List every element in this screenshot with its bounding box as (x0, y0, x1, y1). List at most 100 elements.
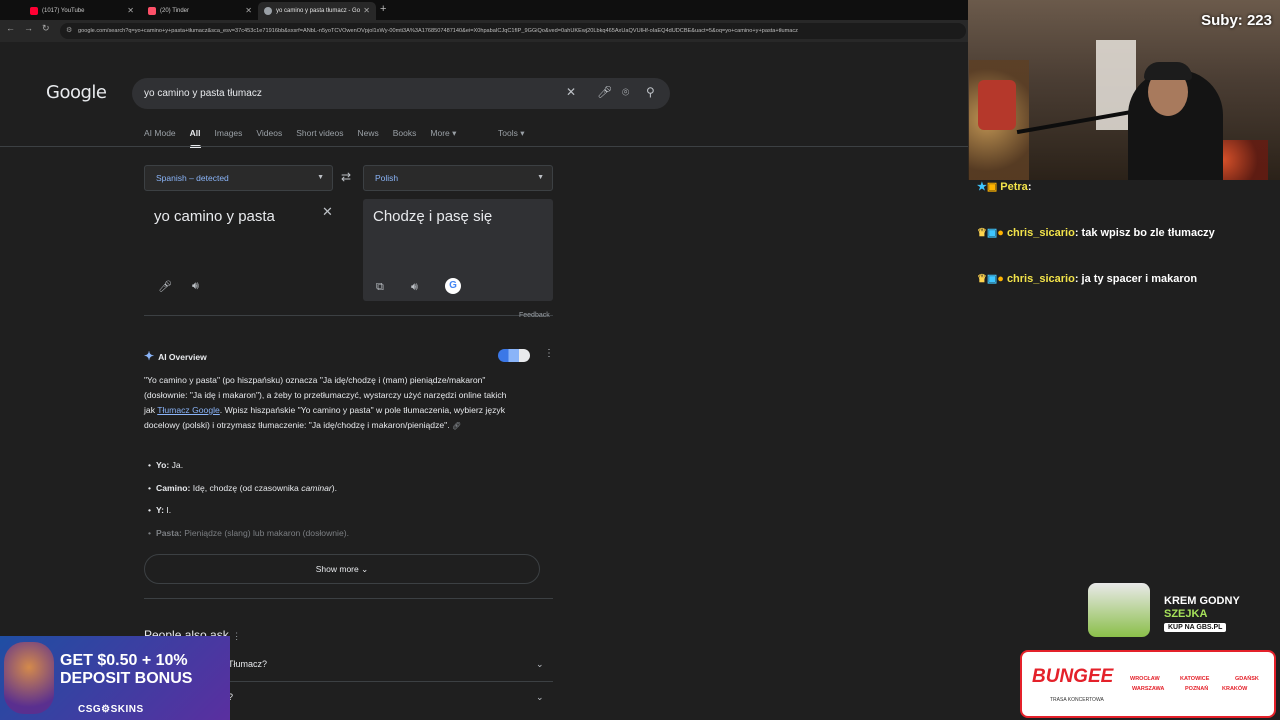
ad-headline: KREM GODNY (1164, 595, 1240, 607)
ai-overview-title: AI Overview (158, 352, 207, 362)
tab-youtube[interactable]: (1017) YouTube ✕ (24, 2, 140, 20)
bullet-definition: Ja. (169, 460, 184, 470)
source-language-select[interactable]: Spanish – detected ▼ (144, 165, 333, 191)
microphone-icon[interactable]: 🎤︎ (597, 85, 612, 99)
search-tabs: AI Mode All Images Videos Short videos N… (144, 128, 470, 148)
bullet-emphasis: caminar (301, 483, 332, 493)
tab-title: yo camino y pasta tłumacz - Go (276, 8, 361, 14)
tab-images[interactable]: Images (215, 128, 243, 146)
webcam-chair (978, 80, 1016, 130)
microphone-icon[interactable]: 🎤︎ (158, 280, 172, 293)
ad-brand: CSG⚙SKINS (78, 704, 144, 715)
reload-icon[interactable]: ↻ (42, 23, 50, 34)
tour-city: WROCŁAW (1130, 676, 1160, 682)
ad-cta: KUP NA GBS.PL (1164, 623, 1227, 632)
tour-city: GDAŃSK (1235, 676, 1259, 682)
more-options-icon[interactable]: ⋮ (544, 348, 554, 359)
show-more-label: Show more (315, 564, 359, 574)
tab-tinder[interactable]: (20) Tinder ✕ (142, 2, 258, 20)
tools-button[interactable]: Tools ▾ (498, 128, 524, 139)
address-bar[interactable]: ⚙ google.com/search?q=yo+camino+y+pasta+… (60, 23, 966, 39)
google-translate-link[interactable]: Tłumacz Google (157, 405, 220, 415)
site-info-icon[interactable]: ⚙ (66, 23, 72, 39)
tab-ai-mode[interactable]: AI Mode (144, 128, 176, 146)
streamer-webcam: Suby: 223 (968, 0, 1280, 180)
forward-icon[interactable]: → (24, 23, 33, 33)
back-icon[interactable]: ← (6, 23, 15, 33)
close-icon[interactable]: ✕ (127, 6, 134, 15)
chat-message: ♛▣● chris_sicario: tak wpisz bo zle tłuma… (977, 227, 1215, 239)
bullet-definition: Pieniądze (slang) lub makaron (dosłownie… (181, 528, 349, 538)
chat-text: tak wpisz bo zle tłumaczy (1081, 227, 1215, 239)
search-input[interactable]: yo camino y pasta tłumacz (144, 88, 262, 99)
chat-message: ♛▣● chris_sicario: ja ty spacer i makaron (977, 273, 1198, 285)
new-tab-button[interactable]: + (380, 3, 386, 15)
chevron-down-icon: ⌄ (361, 564, 369, 574)
ad-logo: BUNGEE (1032, 666, 1114, 687)
source-text[interactable]: yo camino y pasta (154, 208, 275, 225)
tour-city: POZNAŃ (1185, 686, 1209, 692)
tab-books[interactable]: Books (393, 128, 417, 146)
show-more-button[interactable]: Show more ⌄ (144, 554, 540, 584)
bullet-definition: I. (163, 505, 172, 515)
close-icon[interactable]: ✕ (363, 6, 370, 15)
tour-city: KATOWICE (1180, 676, 1210, 682)
ad-character-image (4, 642, 54, 714)
target-language-label: Polish (375, 173, 399, 183)
gbs-ad: KREM GODNY SZEJKA KUP NA GBS.PL (1060, 575, 1274, 643)
question-row[interactable]: Tłumacz? (228, 659, 267, 669)
google-icon (264, 7, 272, 15)
tab-news[interactable]: News (358, 128, 379, 146)
lens-icon[interactable]: ⌾ (622, 85, 629, 100)
chevron-down-icon[interactable]: ⌄ (536, 692, 544, 703)
more-options-icon[interactable]: ⋮ (232, 631, 241, 641)
close-icon[interactable]: ✕ (245, 6, 252, 15)
google-g-icon[interactable]: G (445, 278, 461, 294)
swap-languages-icon[interactable]: ⇄ (341, 170, 351, 184)
ai-overview-text: "Yo camino y pasta" (po hiszpańsku) ozna… (144, 373, 519, 434)
target-language-select[interactable]: Polish ▼ (363, 165, 553, 191)
dropdown-arrow-icon: ▼ (537, 174, 544, 181)
bullet-term: Pasta: (156, 528, 182, 538)
tab-all[interactable]: All (189, 128, 201, 148)
source-text-area[interactable]: yo camino y pasta ✕ 🎤︎ 🔊︎ (144, 199, 346, 301)
google-logo[interactable]: Google (46, 82, 107, 103)
tab-more[interactable]: More ▾ (430, 128, 456, 146)
feedback-link[interactable]: Feedback (519, 312, 550, 319)
chat-username: chris_sicario (1006, 227, 1075, 239)
bullet-term: Camino: (156, 483, 191, 493)
speaker-icon[interactable]: 🔊︎ (411, 281, 418, 294)
tab-videos[interactable]: Videos (256, 128, 282, 146)
clear-icon[interactable]: ✕ (322, 204, 333, 220)
chat-message: ★▣ Petra: (977, 181, 1032, 193)
bungee-tour-ad: BUNGEE TRASA KONCERTOWA WROCŁAW KATOWICE… (1020, 650, 1276, 718)
divider (144, 315, 553, 316)
sources-icon[interactable] (498, 349, 530, 362)
ad-subtitle: TRASA KONCERTOWA (1050, 697, 1104, 703)
ad-subheadline: DEPOSIT BONUS (60, 670, 193, 687)
google-results-page: Google yo camino y pasta tłumacz ✕ 🎤︎ ⌾ … (0, 42, 968, 720)
csgoskins-ad: GET $0.50 + 10% DEPOSIT BONUS CSG⚙SKINS (0, 636, 230, 720)
chat-username: chris_sicario (1006, 273, 1075, 285)
tab-google-search[interactable]: yo camino y pasta tłumacz - Go ✕ (258, 2, 376, 20)
clear-icon[interactable]: ✕ (566, 85, 576, 99)
list-item: Pasta: Pieniądze (slang) lub makaron (do… (148, 528, 349, 538)
streamer-cap (1144, 62, 1192, 80)
chat-badges: ★▣ (977, 181, 998, 193)
tab-short-videos[interactable]: Short videos (296, 128, 343, 146)
chat-badges: ♛▣● (977, 227, 1004, 239)
subscriber-counter: Suby: 223 (1201, 12, 1272, 29)
list-item: Y: I. (148, 505, 171, 515)
copy-icon[interactable]: ⧉ (376, 281, 384, 294)
speaker-icon[interactable]: 🔊︎ (192, 280, 199, 293)
search-icon[interactable]: ⚲ (646, 85, 655, 99)
link-icon[interactable]: 🔗︎ (452, 423, 461, 430)
bullet-tail: ). (331, 483, 338, 493)
sparkle-icon: ✦ (144, 349, 155, 363)
product-jar-image (1088, 583, 1150, 637)
chevron-down-icon[interactable]: ⌄ (536, 659, 544, 670)
bullet-term: Yo: (156, 460, 170, 470)
search-box[interactable]: yo camino y pasta tłumacz ✕ 🎤︎ ⌾ ⚲ (132, 78, 670, 109)
tab-title: (20) Tinder (160, 8, 190, 14)
youtube-icon (30, 7, 38, 15)
